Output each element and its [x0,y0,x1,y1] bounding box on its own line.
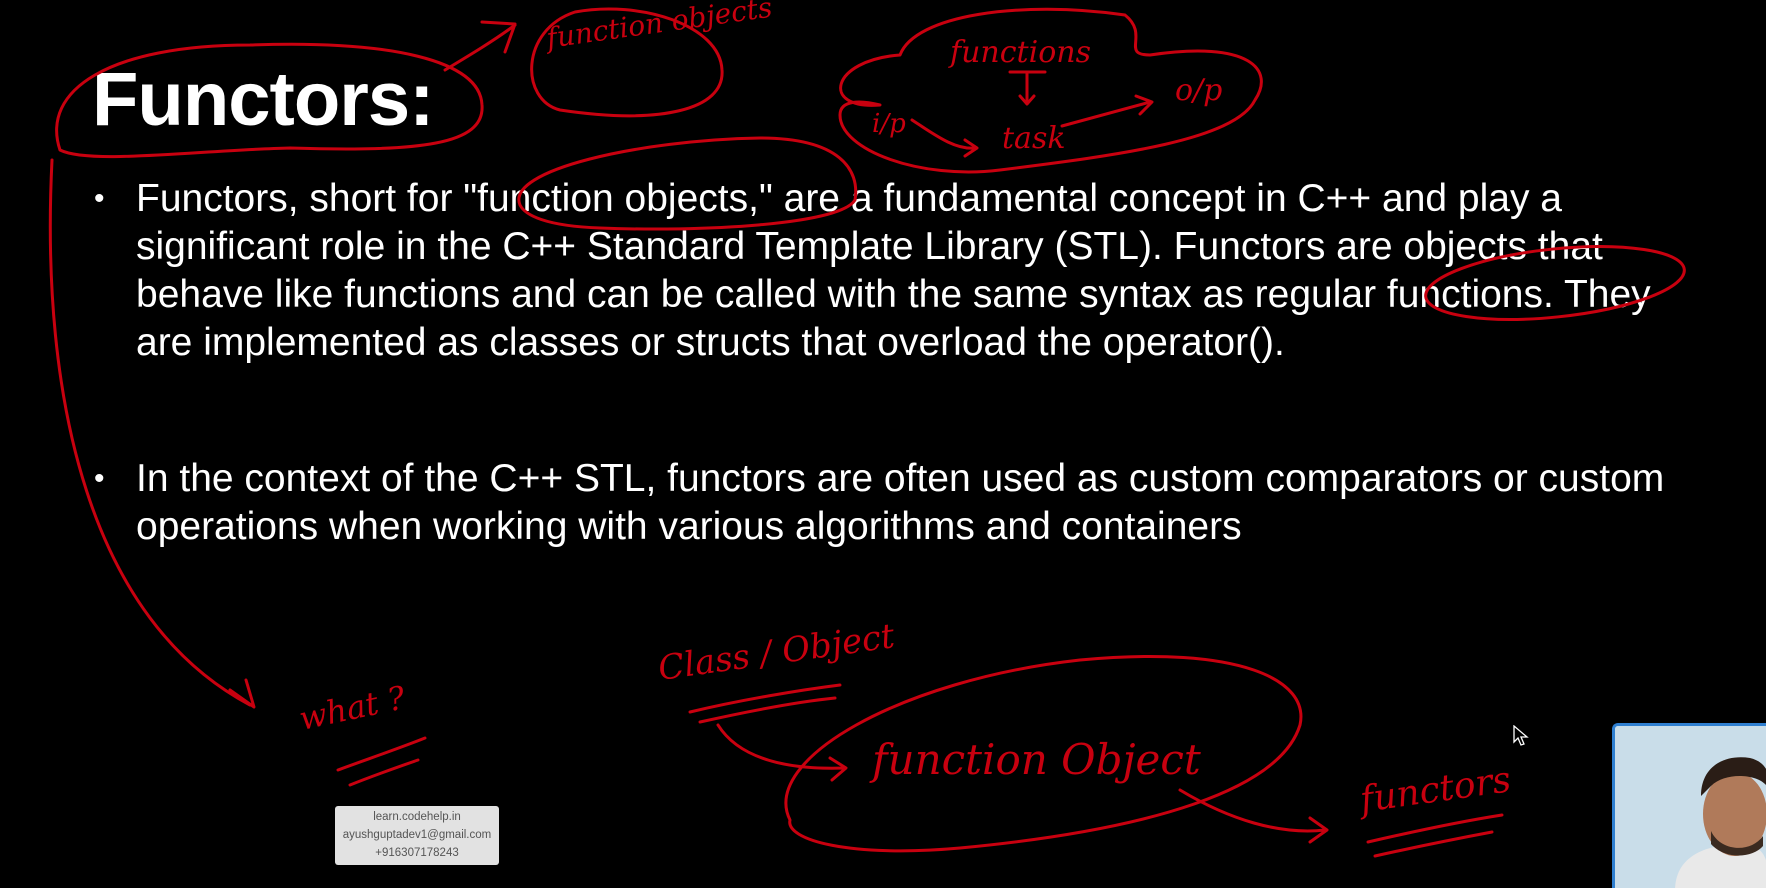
function-objects-bubble-stroke [530,7,724,118]
functions-bubble-stroke [838,7,1263,174]
annotation-text: functions [948,35,1091,70]
functors-arrow-stroke [1178,788,1329,844]
functors-underline-stroke [1366,813,1504,858]
watermark-url: learn.codehelp.in [373,811,461,823]
arrow-to-function-objects-stroke [443,20,517,72]
watermark: learn.codehelp.in ayushguptadev1@gmail.c… [335,806,499,865]
annotation-text: function Object [869,735,1201,784]
annotation-text: i/p [872,109,906,139]
webcam-overlay [1612,723,1766,888]
bullet-item: • Functors, short for "function objects,… [94,175,1696,367]
annotation-text: o/p [1175,73,1222,108]
presenter-video [1615,726,1766,888]
annotation-text: Class / Object [656,616,898,689]
function-object-ellipse-stroke [784,655,1303,853]
annotation-text: function objects [542,0,774,55]
input-arrow-stroke [910,118,979,158]
annotation-text: what ? [296,678,410,738]
bullet-dot: • [94,182,105,215]
class-object-arrow-stroke [716,723,848,782]
mouse-cursor-icon [1513,725,1529,746]
bullet-text: In the context of the C++ STL, functors … [136,457,1665,548]
annotation-text: functors [1355,759,1514,821]
bullet-dot: • [94,462,105,495]
annotation-text: task [1002,121,1066,156]
what-underline-stroke [336,736,427,787]
watermark-phone: +916307178243 [375,847,459,859]
functions-underline-stroke [1008,70,1047,106]
watermark-email: ayushguptadev1@gmail.com [342,829,492,841]
bullet-item: • In the context of the C++ STL, functor… [94,455,1696,551]
bullet-text: Functors, short for "function objects," … [136,177,1651,364]
output-arrow-stroke [1060,94,1154,128]
class-object-underline-stroke [688,683,842,724]
slide-title: Functors: [92,57,434,142]
